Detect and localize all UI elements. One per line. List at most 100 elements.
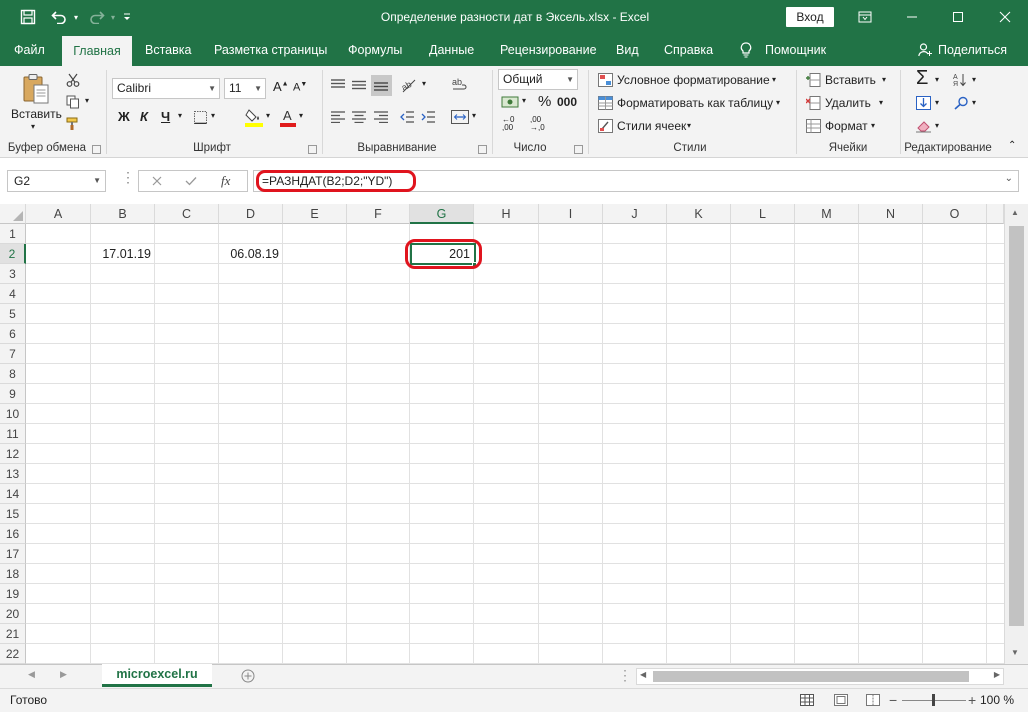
select-all-corner[interactable] xyxy=(0,204,26,224)
ribbon-display-options-icon[interactable] xyxy=(842,0,888,34)
text-orientation-icon[interactable]: ab xyxy=(398,75,420,95)
insert-function-button[interactable]: fx xyxy=(221,173,230,189)
conditional-format-button[interactable]: Условное форматирование xyxy=(617,73,770,87)
row-header[interactable]: 8 xyxy=(0,364,26,384)
column-header[interactable]: F xyxy=(347,204,410,224)
align-center-icon[interactable] xyxy=(350,108,368,126)
format-as-table-button[interactable]: Форматировать как таблицу xyxy=(617,96,773,110)
cell-styles-dropdown-icon[interactable]: ▾ xyxy=(687,121,691,130)
borders-icon[interactable] xyxy=(192,109,208,125)
fill-icon[interactable] xyxy=(914,95,932,111)
confirm-entry-icon[interactable] xyxy=(183,173,199,189)
zoom-out-icon[interactable]: − xyxy=(889,692,897,708)
tab-split-grip-icon[interactable]: ⋮ xyxy=(618,667,632,684)
bold-button[interactable]: Ж xyxy=(118,109,130,124)
tab-view[interactable]: Вид xyxy=(616,34,639,66)
column-header[interactable]: L xyxy=(731,204,795,224)
maximize-icon[interactable] xyxy=(935,0,981,34)
merge-dropdown-icon[interactable]: ▾ xyxy=(472,111,476,120)
page-layout-view-icon[interactable] xyxy=(832,692,850,708)
conditional-format-dropdown-icon[interactable]: ▾ xyxy=(772,75,776,84)
row-header[interactable]: 12 xyxy=(0,444,26,464)
percent-icon[interactable]: % xyxy=(538,93,551,110)
delete-cells-dropdown-icon[interactable]: ▾ xyxy=(879,98,883,107)
text-orientation-dropdown-icon[interactable]: ▾ xyxy=(422,79,426,88)
accounting-dropdown-icon[interactable]: ▾ xyxy=(522,96,526,105)
row-header[interactable]: 7 xyxy=(0,344,26,364)
align-right-icon[interactable] xyxy=(372,108,390,126)
cell-d2[interactable]: 06.08.19 xyxy=(219,244,283,264)
column-header[interactable]: J xyxy=(603,204,667,224)
scroll-up-icon[interactable]: ▲ xyxy=(1011,208,1019,217)
row-header[interactable]: 21 xyxy=(0,624,26,644)
copy-icon[interactable] xyxy=(64,93,82,111)
column-header[interactable]: E xyxy=(283,204,347,224)
row-header[interactable]: 1 xyxy=(0,224,26,244)
row-header[interactable]: 3 xyxy=(0,264,26,284)
number-format-combo[interactable]: Общий ▼ xyxy=(498,69,578,90)
insert-cells-dropdown-icon[interactable]: ▾ xyxy=(882,75,886,84)
clear-dropdown-icon[interactable]: ▾ xyxy=(935,121,939,130)
comma-style-icon[interactable]: 000 xyxy=(557,95,577,109)
format-as-table-icon[interactable] xyxy=(596,95,614,111)
row-header[interactable]: 15 xyxy=(0,504,26,524)
autosum-dropdown-icon[interactable]: ▾ xyxy=(935,75,939,84)
row-header[interactable]: 14 xyxy=(0,484,26,504)
borders-dropdown-icon[interactable]: ▾ xyxy=(211,111,215,120)
column-header[interactable]: D xyxy=(219,204,283,224)
delete-cells-button[interactable]: Удалить xyxy=(825,96,871,110)
scroll-left-icon[interactable]: ◀ xyxy=(640,670,646,679)
insert-cells-button[interactable]: Вставить xyxy=(825,73,876,87)
find-select-dropdown-icon[interactable]: ▾ xyxy=(972,98,976,107)
sort-filter-dropdown-icon[interactable]: ▾ xyxy=(972,75,976,84)
column-header[interactable]: B xyxy=(91,204,155,224)
conditional-format-icon[interactable] xyxy=(596,72,614,88)
scroll-thumb[interactable] xyxy=(653,671,969,682)
font-dialog-launcher[interactable] xyxy=(308,145,317,154)
column-header[interactable]: A xyxy=(26,204,91,224)
customize-toolbar-icon[interactable] xyxy=(120,0,134,34)
zoom-slider-thumb[interactable] xyxy=(932,694,935,706)
login-button[interactable]: Вход xyxy=(786,7,834,27)
autosum-icon[interactable]: Σ xyxy=(916,67,928,90)
row-header[interactable]: 2 xyxy=(0,244,26,264)
tab-data[interactable]: Данные xyxy=(429,34,474,66)
share-icon[interactable] xyxy=(918,34,932,66)
paste-label[interactable]: Вставить xyxy=(11,107,62,121)
underline-button[interactable]: Ч xyxy=(161,109,170,124)
save-icon[interactable] xyxy=(14,0,42,34)
row-header[interactable]: 18 xyxy=(0,564,26,584)
find-select-icon[interactable] xyxy=(952,95,970,111)
increase-font-size-icon[interactable]: A▲ xyxy=(273,79,289,94)
insert-cells-icon[interactable] xyxy=(804,72,822,88)
copy-dropdown-icon[interactable]: ▾ xyxy=(85,96,89,105)
row-header[interactable]: 9 xyxy=(0,384,26,404)
italic-button[interactable]: К xyxy=(140,109,148,124)
undo-icon[interactable] xyxy=(48,0,70,34)
align-left-icon[interactable] xyxy=(329,108,347,126)
cell-styles-button[interactable]: Стили ячеек xyxy=(617,119,686,133)
format-cells-button[interactable]: Формат xyxy=(825,119,868,133)
alignment-dialog-launcher[interactable] xyxy=(478,145,487,154)
row-header[interactable]: 20 xyxy=(0,604,26,624)
clipboard-dialog-launcher[interactable] xyxy=(92,145,101,154)
worksheet-grid[interactable]: ABCDEFGHIJKLMNO 1 2 3 4 5 6 7 8 9 10 11 12 13 14 15 16 1… xyxy=(0,204,1028,664)
font-name-combo[interactable]: Calibri ▼ xyxy=(112,78,220,99)
column-header[interactable]: C xyxy=(155,204,219,224)
row-header[interactable]: 10 xyxy=(0,404,26,424)
fill-color-icon[interactable] xyxy=(244,106,264,128)
sort-filter-icon[interactable]: АЯ xyxy=(952,72,970,88)
column-header[interactable]: O xyxy=(923,204,987,224)
merge-center-icon[interactable] xyxy=(450,107,470,127)
row-header[interactable]: 19 xyxy=(0,584,26,604)
scroll-right-icon[interactable]: ▶ xyxy=(994,670,1000,679)
page-break-view-icon[interactable] xyxy=(864,692,882,708)
accounting-format-icon[interactable] xyxy=(500,93,520,111)
decrease-indent-icon[interactable] xyxy=(398,108,416,126)
cancel-entry-icon[interactable] xyxy=(149,173,165,189)
paste-icon[interactable] xyxy=(18,72,54,106)
sheet-tab-microexcel[interactable]: microexcel.ru xyxy=(102,664,212,687)
row-header[interactable]: 16 xyxy=(0,524,26,544)
tab-page-layout[interactable]: Разметка страницы xyxy=(214,34,327,66)
fill-dropdown-icon[interactable]: ▾ xyxy=(935,98,939,107)
